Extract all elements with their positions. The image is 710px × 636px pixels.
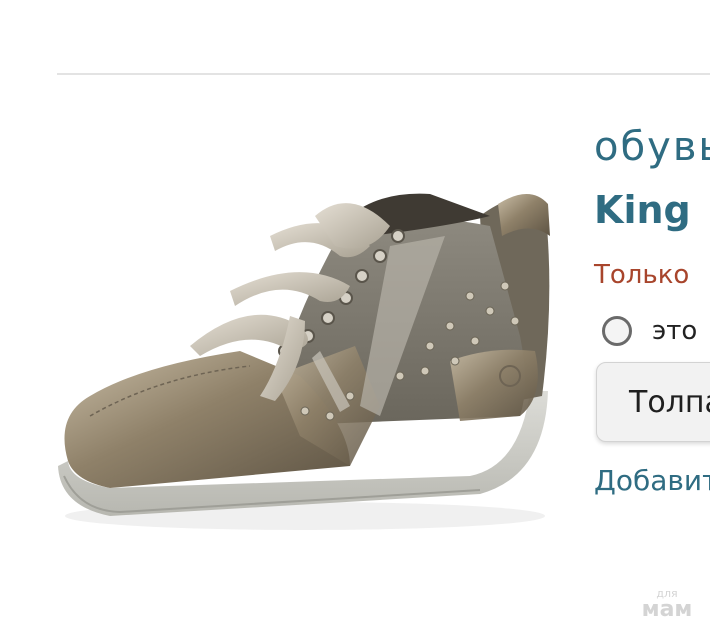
gift-checkbox[interactable] xyxy=(602,316,632,346)
product-category-text: обувь xyxy=(594,124,710,170)
gift-option-row[interactable]: это xyxy=(602,316,697,346)
size-select-value: Толпа xyxy=(629,385,710,420)
product-page: обувь King Только это Толпа Добавить для… xyxy=(0,0,710,636)
product-brand-name[interactable]: King xyxy=(594,188,691,232)
product-image[interactable] xyxy=(50,176,560,546)
product-price-text: Только xyxy=(594,260,690,290)
top-divider xyxy=(57,73,710,75)
add-to-list-link[interactable]: Добавить xyxy=(594,464,710,497)
gift-checkbox-label: это xyxy=(652,316,698,346)
size-select[interactable]: Толпа xyxy=(596,362,710,442)
watermark-logo: для мам xyxy=(636,588,698,621)
watermark-bottom-text: мам xyxy=(641,597,693,622)
